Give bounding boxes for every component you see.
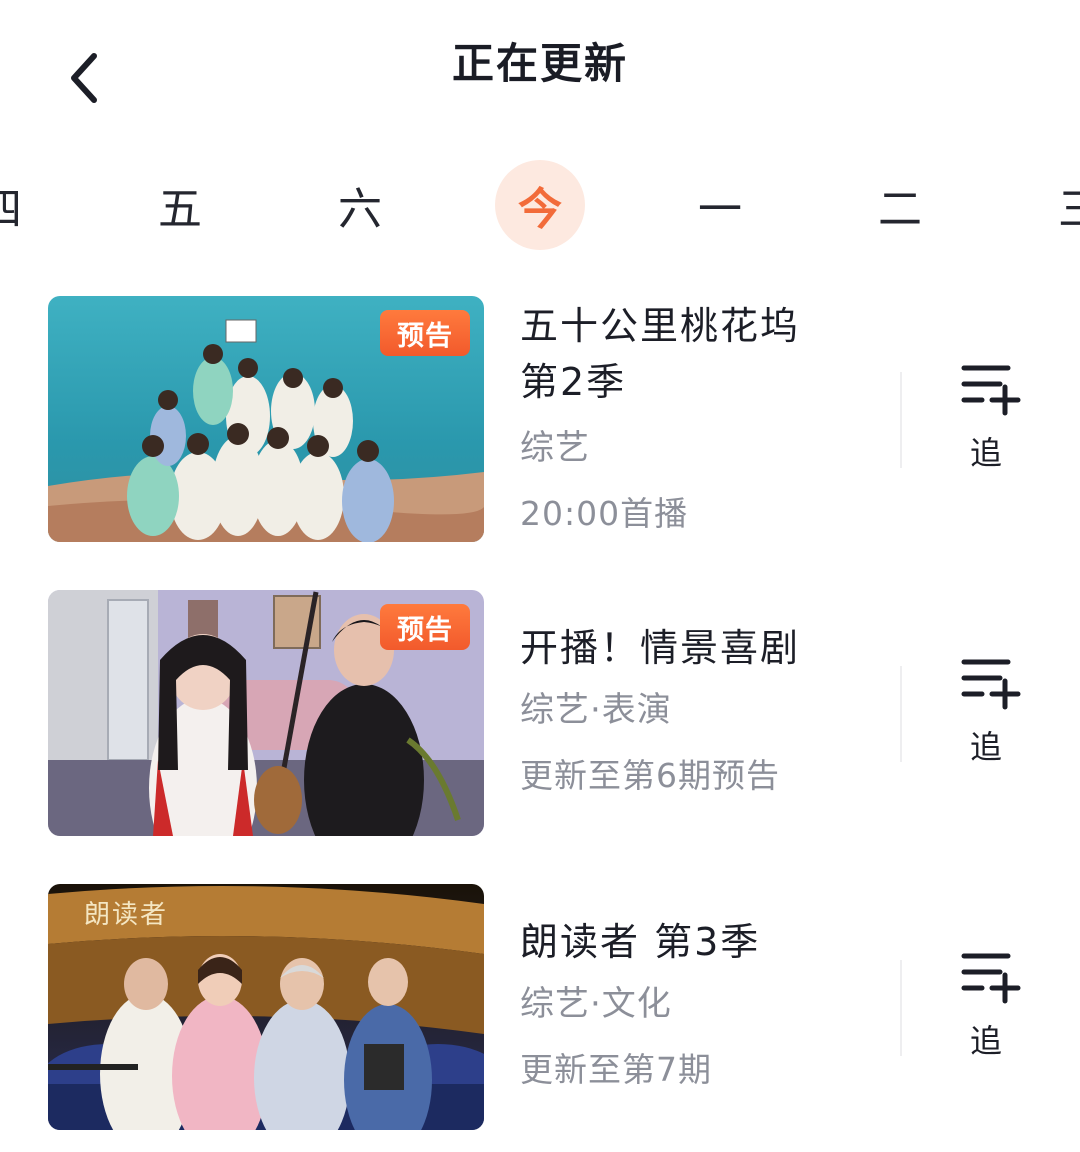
show-info: 朗读者 第3季 综艺·文化 更新至第7期 (520, 914, 880, 1094)
show-poster[interactable]: 预告 (48, 296, 484, 542)
follow-button[interactable]: 追 (948, 362, 1034, 482)
follow-button[interactable]: 追 (948, 656, 1034, 776)
show-title-line1: 开播！情景喜剧 (520, 626, 801, 670)
day-tab-wed[interactable]: 三 (1035, 160, 1080, 250)
follow-label: 追 (969, 728, 1002, 766)
show-status: 更新至第6期预告 (520, 756, 780, 795)
follow-label: 追 (969, 434, 1002, 472)
add-to-list-icon (961, 365, 1021, 416)
follow-label: 追 (969, 1022, 1002, 1060)
divider (900, 960, 902, 1056)
preview-badge: 预告 (380, 604, 470, 650)
show-info: 开播！情景喜剧 综艺·表演 更新至第6期预告 (520, 620, 880, 800)
day-tab-fri[interactable]: 五 (135, 160, 225, 250)
add-to-list-icon (961, 953, 1021, 1004)
follow-button[interactable]: 追 (948, 950, 1034, 1070)
show-title[interactable]: 朗读者 第3季 (520, 914, 880, 970)
poster-logo-text: 朗读者 (84, 900, 169, 930)
show-genre: 综艺 (520, 428, 590, 468)
show-item[interactable]: 预告 开播！情景喜剧 综艺·表演 更新至第6期预告 追 (0, 590, 1080, 838)
day-tab-thu[interactable]: 四 (0, 160, 45, 250)
preview-badge: 预告 (380, 310, 470, 356)
show-status: 更新至第7期 (520, 1050, 712, 1089)
day-tab-mon[interactable]: 一 (675, 160, 765, 250)
show-title[interactable]: 开播！情景喜剧 (520, 620, 880, 676)
day-tab-tue[interactable]: 二 (855, 160, 945, 250)
show-title-line1: 五十公里桃花坞 (520, 304, 801, 348)
day-tab-today[interactable]: 今 (495, 160, 585, 250)
show-item[interactable]: 朗读者 朗读者 第3季 综艺·文化 更新至第7期 追 (0, 884, 1080, 1132)
show-item[interactable]: 预告 五十公里桃花坞 第2季 综艺 20:00首播 追 (0, 296, 1080, 544)
divider (900, 372, 902, 468)
show-poster[interactable]: 预告 (48, 590, 484, 836)
page-title: 正在更新 (451, 39, 628, 88)
show-genre: 综艺·文化 (520, 984, 672, 1024)
day-tab-sat[interactable]: 六 (315, 160, 405, 250)
divider (900, 666, 902, 762)
show-genre: 综艺·表演 (520, 690, 672, 730)
show-title-line1: 朗读者 第3季 (520, 920, 761, 964)
show-status: 20:00首播 (520, 494, 689, 533)
show-title[interactable]: 五十公里桃花坞 第2季 (520, 298, 880, 410)
show-title-line2: 第2季 (520, 360, 627, 404)
day-tab-bar: 四 五 六 今 一 二 三 (0, 160, 1080, 264)
top-bar: 正在更新 (0, 0, 1080, 130)
show-info: 五十公里桃花坞 第2季 综艺 20:00首播 (520, 298, 880, 538)
add-to-list-icon (961, 659, 1021, 710)
show-poster[interactable]: 朗读者 (48, 884, 484, 1130)
